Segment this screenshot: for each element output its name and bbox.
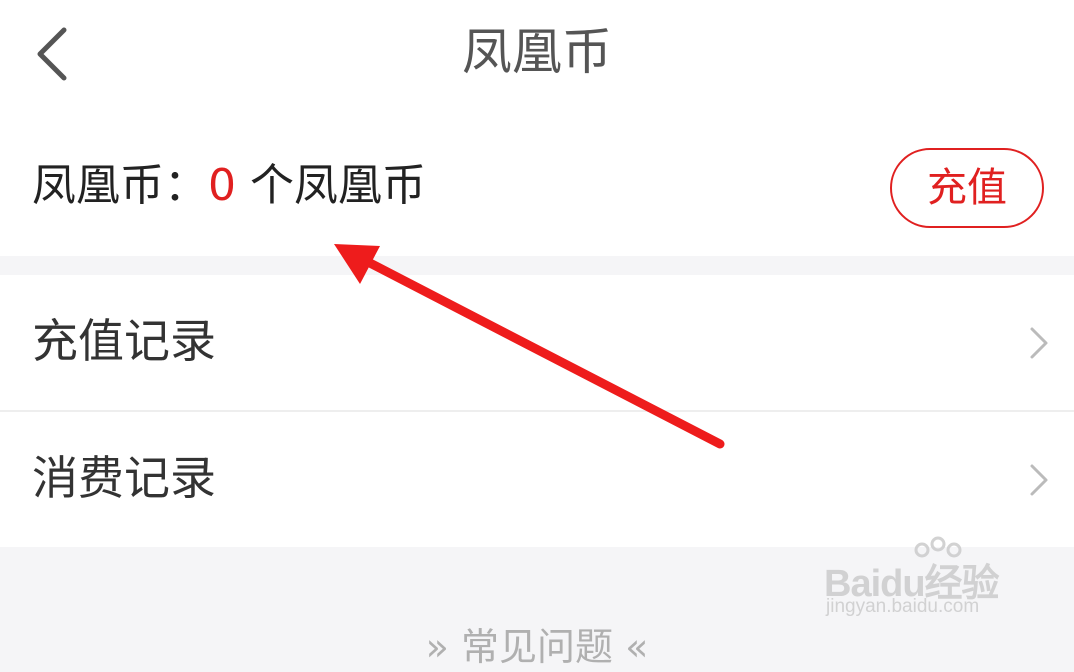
watermark: Baidu经验 jingyan.baidu.com — [820, 536, 1030, 630]
menu-item-recharge-records[interactable]: 充值记录 — [0, 275, 1074, 410]
faq-title-text: 常见问题 — [460, 625, 613, 669]
page-title: 凤凰币 — [462, 23, 612, 81]
balance-unit: 个凤凰币 — [250, 160, 426, 211]
recharge-button[interactable]: 充值 — [890, 148, 1044, 228]
header-bar: 凤凰币 — [0, 0, 1074, 110]
records-menu: 充值记录 消费记录 — [0, 275, 1074, 547]
faq-left-decoration: » — [425, 625, 461, 669]
balance-card: 凤凰币：0 个凤凰币 充值 — [0, 110, 1074, 256]
watermark-url: jingyan.baidu.com — [826, 596, 980, 617]
menu-item-label: 消费记录 — [32, 451, 216, 505]
chevron-right-icon — [1030, 327, 1048, 359]
balance-summary: 凤凰币：0 个凤凰币 — [32, 158, 426, 214]
balance-amount: 0 — [208, 160, 236, 211]
menu-item-consumption-records[interactable]: 消费记录 — [0, 410, 1074, 547]
faq-right-decoration: « — [613, 625, 649, 669]
menu-item-label: 充值记录 — [32, 314, 216, 368]
balance-label: 凤凰币： — [32, 160, 208, 211]
chevron-right-icon — [1030, 464, 1048, 496]
